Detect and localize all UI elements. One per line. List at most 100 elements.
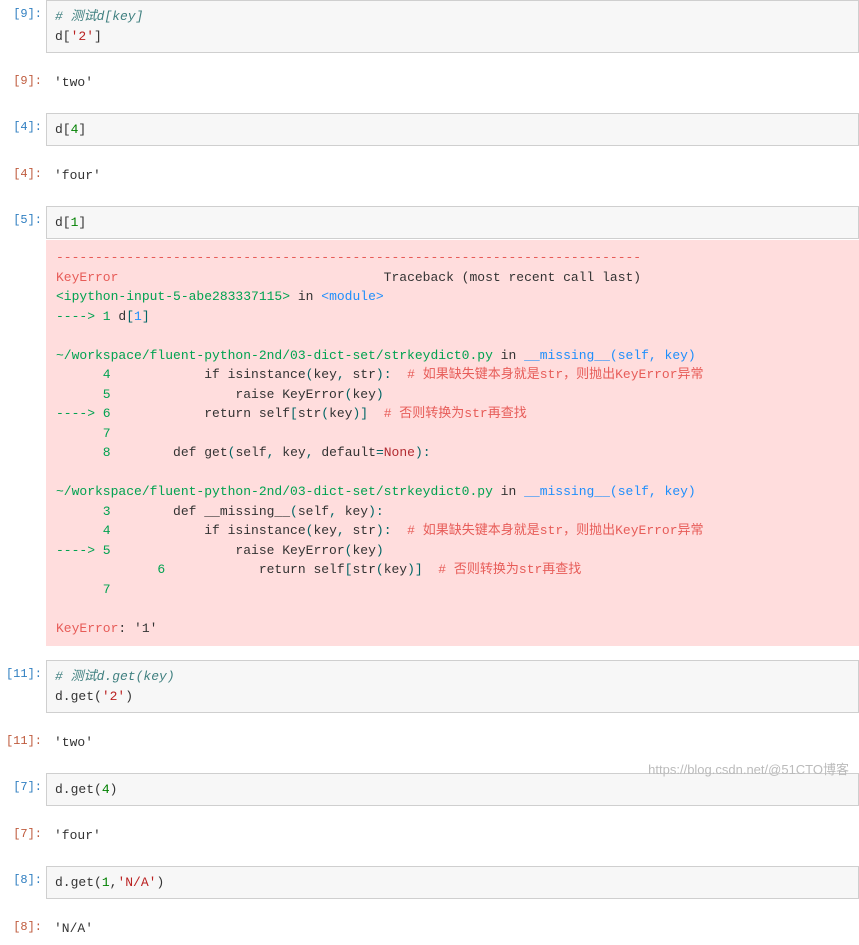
traceback-lineno: 8	[56, 445, 111, 460]
traceback-text: str	[345, 367, 376, 382]
output-cell: [9]: 'two'	[0, 67, 859, 99]
error-value: : '1'	[118, 621, 157, 636]
code-output: 'four'	[46, 820, 859, 852]
code-text: ]	[78, 215, 86, 230]
code-comment: # 测试d.get(key)	[55, 669, 175, 684]
input-prompt: [9]:	[0, 0, 46, 21]
error-type: KeyError	[56, 621, 118, 636]
traceback-text: key	[352, 387, 375, 402]
traceback-text: key	[313, 523, 336, 538]
traceback-text: None	[384, 445, 415, 460]
input-prompt: [5]:	[0, 206, 46, 227]
traceback-text: return self	[111, 406, 290, 421]
traceback-text: in	[290, 289, 321, 304]
code-text: d[	[55, 29, 71, 44]
code-number: 1	[102, 875, 110, 890]
code-input[interactable]: d[4]	[46, 113, 859, 147]
traceback-text: key	[352, 543, 375, 558]
traceback-text: ):	[376, 367, 392, 382]
traceback-arrow: ----> 5	[56, 543, 111, 558]
traceback-text: )]	[352, 406, 368, 421]
input-prompt: [8]:	[0, 866, 46, 887]
traceback-text: self	[235, 445, 266, 460]
traceback-module: <module>	[321, 289, 383, 304]
traceback-text: ]	[142, 309, 150, 324]
traceback-text: self	[298, 504, 329, 519]
code-text: )	[156, 875, 164, 890]
traceback-text: def __missing__	[111, 504, 290, 519]
code-input[interactable]: # 测试d[key] d['2']	[46, 0, 859, 53]
traceback-func: __missing__	[524, 348, 610, 363]
traceback-text: str	[298, 406, 321, 421]
traceback-lineno: 4	[56, 367, 111, 382]
traceback-path: ~/workspace/fluent-python-2nd/03-dict-se…	[56, 348, 493, 363]
code-text: d.get(	[55, 875, 102, 890]
code-cell: [8]: d.get(1,'N/A')	[0, 866, 859, 900]
code-text: )	[125, 689, 133, 704]
input-prompt: [4]:	[0, 113, 46, 134]
traceback-text: def get	[111, 445, 228, 460]
code-cell: [7]: d.get(4)	[0, 773, 859, 807]
code-cell: [9]: # 测试d[key] d['2']	[0, 0, 859, 53]
code-output: 'four'	[46, 160, 859, 192]
traceback-arrow: ----> 1	[56, 309, 111, 324]
code-input[interactable]: d.get(4)	[46, 773, 859, 807]
code-text: d.get(	[55, 689, 102, 704]
code-output: 'two'	[46, 727, 859, 759]
code-string: '2'	[102, 689, 125, 704]
traceback-text: ):	[376, 523, 392, 538]
traceback-lineno: 5	[56, 387, 111, 402]
output-prompt: [11]:	[0, 727, 46, 748]
code-text: d.get(	[55, 782, 102, 797]
traceback-text: return self	[165, 562, 344, 577]
traceback-text: (	[321, 406, 329, 421]
traceback-text: (self, key)	[610, 348, 696, 363]
traceback-comment: # 否则转换为str再查找	[423, 562, 582, 577]
traceback-comment: # 如果缺失键本身就是str，则抛出KeyError异常	[392, 367, 704, 382]
output-prompt: [4]:	[0, 160, 46, 181]
code-cell: [4]: d[4]	[0, 113, 859, 147]
traceback-text: )]	[407, 562, 423, 577]
code-string: 'N/A'	[117, 875, 156, 890]
code-text: ]	[94, 29, 102, 44]
error-type: KeyError	[56, 270, 118, 285]
traceback-text: d	[111, 309, 127, 324]
traceback-text: (	[290, 504, 298, 519]
output-prompt: [9]:	[0, 67, 46, 88]
output-cell: [7]: 'four'	[0, 820, 859, 852]
traceback-text: [	[290, 406, 298, 421]
code-text: d[	[55, 122, 71, 137]
code-input[interactable]: # 测试d.get(key) d.get('2')	[46, 660, 859, 713]
code-comment: # 测试d[key]	[55, 9, 143, 24]
traceback-arrow: ----> 6	[56, 406, 111, 421]
traceback-text: ):	[415, 445, 431, 460]
traceback-text: if isinstance	[111, 523, 306, 538]
output-prompt: [7]:	[0, 820, 46, 841]
output-cell: [8]: 'N/A'	[0, 913, 859, 945]
code-output: 'N/A'	[46, 913, 859, 945]
error-traceback: ----------------------------------------…	[46, 240, 859, 646]
error-cell: ----------------------------------------…	[0, 239, 859, 646]
traceback-text: (	[376, 562, 384, 577]
traceback-lineno: 6	[111, 562, 166, 577]
traceback-text: in	[493, 484, 524, 499]
traceback-text: if isinstance	[111, 367, 306, 382]
traceback-text: raise KeyError	[111, 387, 345, 402]
code-input[interactable]: d.get(1,'N/A')	[46, 866, 859, 900]
output-prompt: [8]:	[0, 913, 46, 934]
code-text: d[	[55, 215, 71, 230]
traceback-text: ,	[337, 523, 345, 538]
traceback-text: raise KeyError	[111, 543, 345, 558]
blank-prompt	[0, 239, 46, 246]
traceback-text: key	[329, 406, 352, 421]
code-string: '2'	[71, 29, 94, 44]
code-text: ]	[78, 122, 86, 137]
traceback-text: key	[384, 562, 407, 577]
traceback-lineno: 7	[56, 582, 118, 597]
input-prompt: [11]:	[0, 660, 46, 681]
traceback-comment: # 如果缺失键本身就是str，则抛出KeyError异常	[392, 523, 704, 538]
traceback-text: str	[345, 523, 376, 538]
code-cell: [11]: # 测试d.get(key) d.get('2')	[0, 660, 859, 713]
traceback-text: key	[313, 367, 336, 382]
code-input[interactable]: d[1]	[46, 206, 859, 240]
